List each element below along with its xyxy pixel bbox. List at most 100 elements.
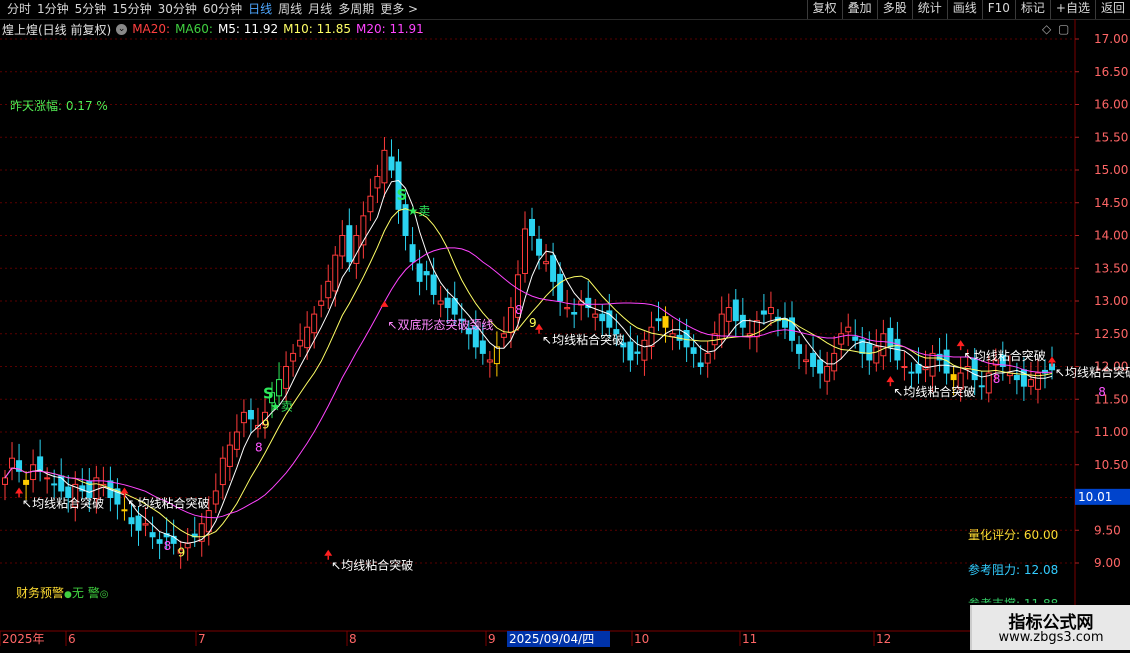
time-label-0: 2025年 [2, 632, 45, 646]
candle-body-117 [824, 366, 831, 382]
period-tab-4[interactable]: 30分钟 [155, 1, 200, 19]
period-tab-8[interactable]: 月线 [305, 1, 335, 19]
time-label-7: 11 [742, 632, 757, 646]
candle-body-120 [845, 326, 852, 333]
candle-body-108 [760, 310, 767, 315]
price-tick-label-15: 9.50 [1094, 523, 1121, 537]
period-tab-0[interactable]: 分时 [4, 1, 34, 19]
candle-body-62 [437, 300, 444, 305]
ma5-line [4, 179, 1053, 544]
candle-body-52 [367, 195, 374, 213]
candle-body-85 [599, 313, 606, 322]
candle-body-70 [493, 346, 500, 365]
tool-button-2[interactable]: 多股 [876, 0, 912, 19]
candle-body-80 [564, 307, 571, 310]
candle-body-61 [430, 274, 437, 295]
candle-body-53 [374, 176, 381, 189]
period-tab-5[interactable]: 60分钟 [200, 1, 245, 19]
period-tab-6[interactable]: 日线 [245, 1, 275, 19]
candle-body-139 [978, 385, 985, 388]
candle-body-113 [796, 344, 803, 354]
sell-signal-s-1: S [397, 186, 408, 204]
candlestick-chart[interactable]: 17.00 16.50 16.00 15.50 15.00 14.50 14.00 13.50… [0, 19, 1130, 650]
counter-label-6: 8 [993, 372, 1001, 386]
tool-button-5[interactable]: F10 [981, 0, 1015, 19]
candle-body-60 [423, 271, 430, 276]
candle-body-146 [1027, 379, 1034, 387]
candle-body-121 [852, 336, 859, 341]
candle-body-128 [901, 366, 908, 368]
candle-body-58 [409, 244, 416, 263]
tool-button-7[interactable]: +自选 [1049, 0, 1095, 19]
breakout-label-0: ↖均线粘合突破 [22, 496, 104, 511]
candle-body-54 [381, 149, 388, 184]
candle-body-69 [486, 359, 493, 363]
tool-button-1[interactable]: 叠加 [841, 0, 877, 19]
candle-body-115 [810, 352, 817, 368]
candle-body-30 [212, 490, 219, 505]
candle-body-119 [838, 333, 845, 345]
price-tick-label-16: 9.00 [1094, 556, 1121, 570]
period-tab-7[interactable]: 周线 [275, 1, 305, 19]
tool-button-3[interactable]: 统计 [911, 0, 947, 19]
candle-body-84 [592, 313, 599, 318]
price-tick-label-5: 14.50 [1094, 196, 1128, 210]
candle-body-1 [9, 457, 16, 469]
period-tab-10[interactable]: 更多 > [377, 1, 421, 19]
candle-body-81 [571, 312, 578, 315]
candle-body-31 [219, 457, 226, 486]
tool-button-0[interactable]: 复权 [806, 0, 842, 19]
price-tick-label-13: 10.50 [1094, 458, 1128, 472]
breakout-label-3: ↖均线粘合突破 [542, 332, 624, 347]
candle-body-35 [247, 409, 254, 420]
period-tab-1[interactable]: 1分钟 [34, 1, 72, 19]
counter-label-0: 8 [164, 539, 172, 553]
candle-body-130 [915, 363, 922, 374]
price-tick-label-3: 15.50 [1094, 130, 1128, 144]
time-label-4: 9 [488, 632, 496, 646]
period-tab-2[interactable]: 5分钟 [72, 1, 110, 19]
tool-button-4[interactable]: 画线 [946, 0, 982, 19]
candle-body-79 [557, 273, 564, 302]
counter-label-5: 9 [529, 316, 537, 330]
candle-body-116 [817, 359, 824, 374]
counter-label-3: 9 [262, 418, 270, 432]
candle-body-6 [44, 477, 51, 480]
candle-body-71 [500, 333, 507, 338]
tool-button-6[interactable]: 标记 [1014, 0, 1050, 19]
candle-body-49 [346, 225, 353, 263]
period-tab-3[interactable]: 15分钟 [109, 1, 154, 19]
candle-body-68 [479, 340, 486, 354]
candle-body-47 [332, 254, 339, 292]
candle-body-89 [627, 341, 634, 361]
candle-body-100 [704, 352, 711, 364]
breakout-arrow-6 [1048, 356, 1056, 363]
candle-body-76 [536, 238, 543, 256]
candle-body-32 [226, 444, 233, 467]
candle-body-40 [283, 366, 290, 389]
chart-svg[interactable]: 17.00 16.50 16.00 15.50 15.00 14.50 14.00 13.50… [0, 19, 1130, 650]
time-label-3: 8 [349, 632, 357, 646]
candle-body-93 [655, 318, 662, 322]
candle-body-7 [51, 483, 58, 486]
period-tab-9[interactable]: 多周期 [335, 1, 377, 19]
candle-body-43 [304, 326, 311, 349]
candle-body-63 [444, 297, 451, 309]
price-tick-label-4: 15.00 [1094, 163, 1128, 177]
candle-body-105 [739, 314, 746, 328]
candle-body-123 [866, 343, 873, 361]
candle-body-107 [753, 320, 760, 338]
candle-body-17 [121, 509, 128, 512]
candle-body-99 [697, 362, 704, 368]
selected-date-label: 2025/09/04/四 [509, 632, 594, 646]
period-tabs: 分时 1分钟 5分钟 15分钟 30分钟 60分钟 日线 周线 月线 多周期 更多 > [4, 1, 421, 19]
counter-label-7: 8 [1098, 385, 1106, 399]
breakout-arrow-2 [324, 549, 333, 556]
counter-label-2: 8 [255, 441, 263, 455]
price-tick-label-0: 17.00 [1094, 32, 1128, 46]
candle-body-21 [149, 532, 156, 538]
price-tick-label-6: 14.00 [1094, 229, 1128, 243]
candle-body-33 [233, 431, 240, 450]
tool-button-8[interactable]: 返回 [1094, 0, 1130, 19]
price-tick-label-12: 11.00 [1094, 425, 1128, 439]
